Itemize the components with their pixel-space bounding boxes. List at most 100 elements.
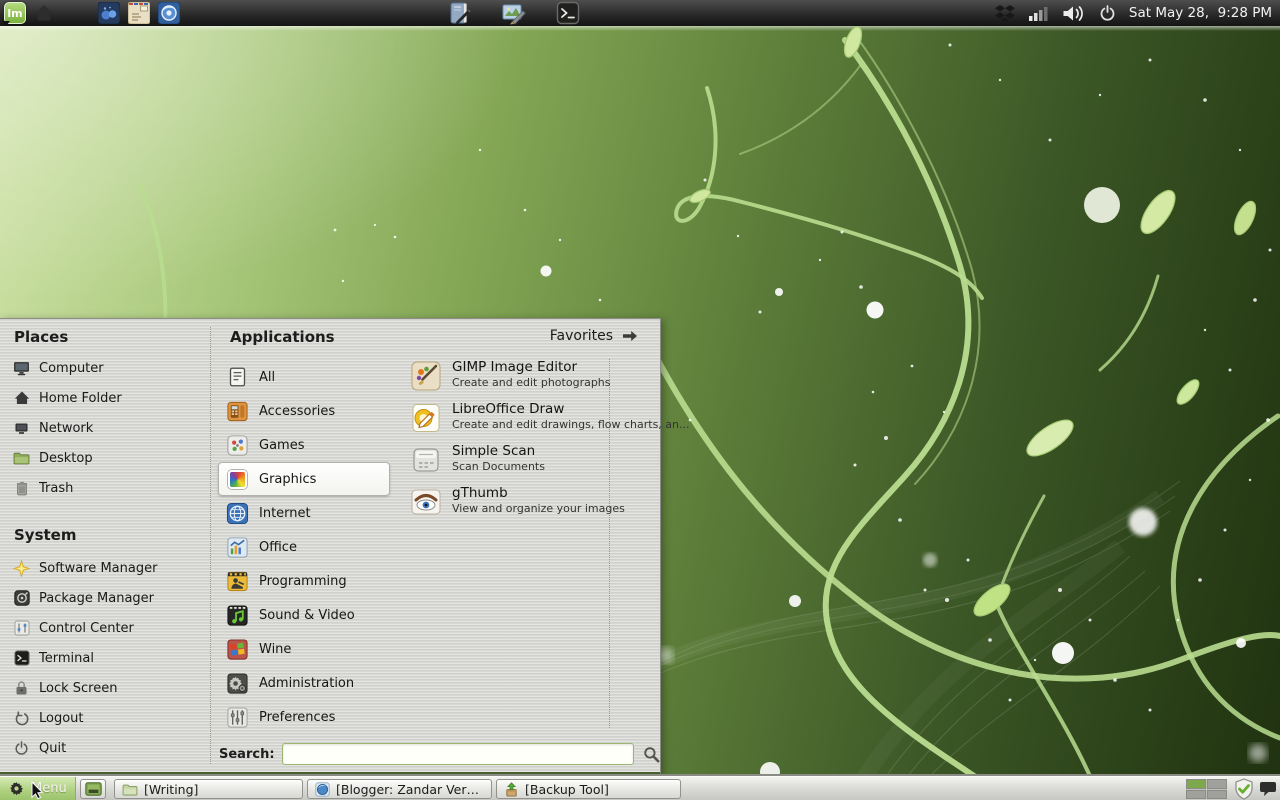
power-icon [13, 740, 30, 756]
search-label: Search: [219, 746, 275, 762]
search-row: Search: [211, 739, 660, 769]
menu-item-control-center[interactable]: Control Center [0, 613, 206, 643]
menu-item-quit[interactable]: Quit [0, 733, 206, 763]
menu-gear-icon [9, 781, 24, 796]
category-programming[interactable]: Programming [218, 564, 390, 598]
category-label: Internet [259, 505, 311, 521]
app-list: GIMP Image Editor Create and edit photog… [410, 359, 690, 527]
menu-item-home-folder[interactable]: Home Folder [0, 383, 206, 413]
trash-icon [13, 481, 30, 496]
search-input[interactable] [281, 743, 634, 765]
games-icon [225, 433, 249, 457]
menu-button-label: Menu [31, 781, 67, 796]
menu-item-label: Trash [39, 480, 74, 496]
wine-icon [225, 637, 249, 661]
menu-item-label: Desktop [39, 450, 93, 466]
gimp-icon [410, 360, 442, 392]
terminal-icon [13, 650, 30, 666]
favorites-label: Favorites [549, 328, 613, 344]
browser-launcher-icon[interactable] [158, 2, 180, 24]
libreoffice-draw-icon [410, 402, 442, 434]
app-simple-scan[interactable]: Simple Scan Scan Documents [410, 443, 654, 485]
menu-item-label: Network [39, 420, 94, 436]
menu-item-software-manager[interactable]: Software Manager [0, 553, 206, 583]
app-name: Simple Scan [452, 443, 536, 459]
app-libreoffice-draw[interactable]: LibreOffice Draw Create and edit drawing… [410, 401, 690, 443]
mint-logo-icon[interactable]: lm [2, 2, 26, 26]
category-label: Accessories [259, 403, 336, 419]
home-icon [13, 391, 30, 405]
chat-bubble-tray-icon[interactable] [1259, 781, 1277, 797]
menu-item-lock-screen[interactable]: Lock Screen [0, 673, 206, 703]
taskbar-window-writing[interactable]: [Writing] [114, 779, 303, 799]
preferences-icon [225, 705, 249, 729]
gthumb-icon [410, 486, 442, 518]
arrow-right-icon [622, 330, 638, 342]
app-name: gThumb [452, 485, 508, 501]
category-label: Wine [259, 641, 292, 657]
search-magnifier-icon[interactable] [643, 746, 660, 763]
lock-icon [13, 680, 30, 696]
taskbar-window-blogger[interactable]: [Blogger: Zandar Vers... [307, 779, 492, 799]
category-administration[interactable]: Administration [218, 666, 390, 700]
app-description: Create and edit photographs [452, 376, 611, 389]
places-system-column: Places Computer Home Folder Network Desk… [0, 319, 210, 772]
menu-item-label: Computer [39, 360, 104, 376]
menu-item-network[interactable]: Network [0, 413, 206, 443]
app-gthumb[interactable]: gThumb View and organize your images [410, 485, 654, 527]
system-header: System [14, 526, 77, 544]
workspace-2[interactable] [1207, 779, 1227, 789]
category-graphics-selected[interactable]: Graphics [218, 462, 390, 496]
category-accessories[interactable]: Accessories [218, 394, 390, 428]
network-signal-icon[interactable] [1028, 5, 1049, 21]
accessories-icon [225, 399, 249, 423]
all-apps-icon [225, 365, 249, 389]
top-panel: lm Sat May 28, 9:28 PM [0, 0, 1280, 26]
network-icon [13, 422, 30, 435]
app-gimp[interactable]: GIMP Image Editor Create and edit photog… [410, 359, 654, 401]
category-label: Graphics [259, 471, 317, 487]
taskbar-window-backup[interactable]: [Backup Tool] [496, 779, 681, 799]
journal-launcher-icon[interactable] [448, 1, 472, 25]
panel-drop-arrow-icon [2, 21, 10, 26]
category-sound-video[interactable]: Sound & Video [218, 598, 390, 632]
menu-item-computer[interactable]: Computer [0, 353, 206, 383]
workspace-switcher[interactable] [1186, 779, 1227, 799]
mint-logo-text: lm [7, 6, 23, 20]
category-label: Administration [259, 675, 355, 691]
menu-item-trash[interactable]: Trash [0, 473, 206, 503]
workspace-3[interactable] [1186, 789, 1206, 799]
workspace-1-active[interactable] [1186, 779, 1206, 789]
category-preferences[interactable]: Preferences [218, 700, 390, 734]
menu-item-desktop[interactable]: Desktop [0, 443, 206, 473]
category-office[interactable]: Office [218, 530, 390, 564]
taskbar-menu-button[interactable]: Menu [0, 777, 76, 800]
workspace-4[interactable] [1207, 789, 1227, 799]
category-games[interactable]: Games [218, 428, 390, 462]
dropbox-tray-icon[interactable] [994, 4, 1016, 22]
terminal-launcher-icon[interactable] [556, 1, 580, 25]
favorites-button[interactable]: Favorites [550, 328, 638, 344]
chat-launcher-icon[interactable] [98, 2, 120, 24]
update-manager-shield-icon[interactable] [1233, 778, 1255, 800]
category-list: All Accessories Games Graphics Internet [218, 360, 390, 734]
email-launcher-icon[interactable] [128, 2, 150, 24]
app-description: View and organize your images [452, 502, 625, 515]
menu-item-terminal[interactable]: Terminal [0, 643, 206, 673]
category-wine[interactable]: Wine [218, 632, 390, 666]
menu-item-label: Terminal [39, 650, 94, 666]
category-internet[interactable]: Internet [218, 496, 390, 530]
power-tray-icon[interactable] [1099, 4, 1116, 22]
category-all[interactable]: All [218, 360, 390, 394]
show-desktop-button[interactable] [80, 779, 106, 799]
menu-item-logout[interactable]: Logout [0, 703, 206, 733]
panel-clock[interactable]: Sat May 28, 9:28 PM [1129, 5, 1272, 21]
programming-icon [225, 569, 249, 593]
home-icon[interactable] [34, 4, 54, 22]
software-manager-icon [13, 559, 30, 577]
menu-item-label: Control Center [39, 620, 134, 636]
image-editor-launcher-icon[interactable] [501, 1, 527, 25]
menu-item-package-manager[interactable]: Package Manager [0, 583, 206, 613]
logout-icon [13, 710, 30, 726]
volume-icon[interactable] [1062, 5, 1086, 22]
